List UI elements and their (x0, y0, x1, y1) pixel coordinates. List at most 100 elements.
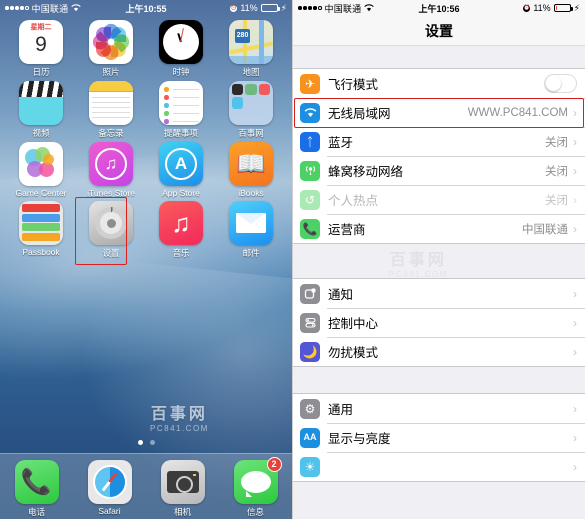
folder-icon (229, 81, 273, 125)
app-maps[interactable]: 280 地图 (219, 20, 283, 78)
app-photos[interactable]: 照片 (79, 20, 143, 78)
page-indicator[interactable] (0, 440, 292, 445)
row-label: 蜂窝移动网络 (328, 165, 404, 179)
app-label: 提醒事项 (163, 128, 198, 138)
dock-app-camera[interactable]: 相机 (151, 460, 215, 518)
row-label: 通知 (328, 288, 354, 302)
app-label: 音乐 (172, 248, 190, 258)
settings-group-connectivity: ✈ 飞行模式 无线局域网 WWW.PC841.COM › ᛏ 蓝牙 关闭 › 蜂… (293, 68, 585, 244)
settings-row-cellular[interactable]: 蜂窝移动网络 关闭 › (293, 156, 585, 185)
app-app-store[interactable]: A App Store (149, 142, 213, 198)
chevron-right-icon: › (573, 105, 577, 120)
settings-row-control-center[interactable]: 控制中心 › (293, 308, 585, 337)
watermark-line2: PC841.COM (389, 270, 448, 279)
row-label: 飞行模式 (328, 78, 379, 92)
battery-percent: 11% (533, 3, 551, 13)
app-label: Safari (98, 506, 121, 516)
dock-app-safari[interactable]: Safari (78, 460, 142, 516)
settings-row-carrier[interactable]: 📞 运营商 中国联通 › (293, 214, 585, 243)
status-right: ⏰ 11% ⚡ (523, 3, 580, 14)
app-label: 电话 (27, 507, 45, 517)
game-center-icon (19, 142, 63, 186)
watermark-home: 百事网 PC841.COM (150, 400, 209, 433)
notes-icon (89, 81, 133, 125)
app-calendar[interactable]: 星期二 9 日历 (9, 20, 73, 78)
settings-row-do-not-disturb[interactable]: 🌙 勿扰模式 › (293, 337, 585, 366)
app-mail[interactable]: 邮件 (219, 201, 283, 259)
app-reminders[interactable]: 提醒事项 (149, 81, 213, 139)
hotspot-icon: ↺ (300, 189, 320, 210)
iphone-home-screen: 中国联通 上午10:55 ⏰ 11% ⚡ 星期二 9 日历 照片 时钟 280 … (0, 0, 292, 519)
app-itunes-store[interactable]: ♫ iTunes Store (79, 142, 143, 198)
page-dot-1[interactable] (137, 440, 143, 445)
settings-row-display-brightness[interactable]: AA 显示与亮度 › (293, 423, 585, 452)
bluetooth-icon: ᛏ (300, 131, 320, 152)
ibooks-icon: 📖 (229, 142, 273, 186)
app-notes[interactable]: 备忘录 (79, 81, 143, 139)
app-store-icon: A (159, 142, 203, 186)
app-ibooks[interactable]: 📖 iBooks (219, 142, 283, 198)
settings-row-bluetooth[interactable]: ᛏ 蓝牙 关闭 › (293, 127, 585, 156)
chevron-right-icon: › (573, 192, 577, 207)
settings-row-wifi[interactable]: 无线局域网 WWW.PC841.COM › (293, 98, 585, 127)
battery-icon (260, 4, 280, 12)
dock-app-phone[interactable]: 📞 电话 (5, 460, 69, 518)
notification-icon (300, 283, 320, 304)
settings-row-airplane-mode[interactable]: ✈ 飞行模式 (293, 69, 585, 98)
clock-icon (159, 20, 203, 64)
app-label: 时钟 (172, 67, 190, 77)
settings-navbar: 设置 (293, 16, 585, 46)
watermark-line1: 百事网 (150, 406, 208, 423)
app-music[interactable]: ♫ 音乐 (149, 201, 213, 259)
app-videos[interactable]: 视频 (9, 81, 73, 139)
app-label: 邮件 (242, 248, 260, 258)
row-label: 通用 (328, 403, 354, 417)
row-label: 蓝牙 (328, 136, 354, 150)
row-value: 关闭 (545, 136, 568, 149)
page-dot-2[interactable] (149, 440, 155, 445)
passbook-icon (19, 201, 63, 245)
row-label: 运营商 (328, 223, 366, 237)
app-label: iTunes Store (87, 188, 135, 198)
moon-icon: 🌙 (300, 341, 320, 362)
row-label: 个人热点 (328, 194, 379, 208)
settings-row-general[interactable]: ⚙ 通用 › (293, 394, 585, 423)
app-clock[interactable]: 时钟 (149, 20, 213, 78)
row-value: WWW.PC841.COM (467, 106, 568, 119)
battery-percent: 11% (240, 3, 258, 13)
row-value: 中国联通 (522, 223, 568, 236)
app-row: 星期二 9 日历 照片 时钟 280 地图 (6, 20, 286, 78)
music-icon: ♫ (159, 201, 203, 245)
chevron-right-icon: › (573, 430, 577, 445)
camera-icon (160, 460, 205, 504)
settings-row-notifications[interactable]: 通知 › (293, 279, 585, 308)
app-label: 百事网 (238, 128, 264, 138)
itunes-store-icon: ♫ (89, 142, 133, 186)
app-game-center[interactable]: Game Center (9, 142, 73, 198)
chevron-right-icon: › (573, 134, 577, 149)
row-label: 控制中心 (328, 317, 379, 331)
app-label: 日历 (32, 67, 50, 77)
settings-row-wallpaper[interactable]: ☀ › (293, 452, 585, 481)
dock: 📞 电话 Safari 相机 2 信息 (0, 453, 292, 519)
app-row: Passbook 设置 ♫ 音乐 邮件 (6, 197, 286, 265)
app-settings[interactable]: 设置 (75, 197, 143, 265)
watermark-settings: 百事网 PC841.COM (389, 246, 448, 279)
app-passbook[interactable]: Passbook (9, 201, 73, 259)
maps-route-shield: 280 (235, 29, 250, 43)
settings-status-bar: 中国联通 上午10:56 ⏰ 11% ⚡ (293, 0, 585, 16)
battery-icon (553, 4, 573, 12)
app-label: Passbook (22, 247, 60, 257)
watermark-line2: PC841.COM (150, 424, 209, 433)
settings-app: 中国联通 上午10:56 ⏰ 11% ⚡ 设置 ✈ 飞行模式 无线局域网 WWW… (292, 0, 585, 519)
app-label: 视频 (32, 128, 50, 138)
row-value: 关闭 (545, 165, 568, 178)
messages-badge: 2 (266, 457, 282, 472)
row-label: 无线局域网 (328, 107, 391, 121)
dock-app-messages[interactable]: 2 信息 (224, 457, 288, 518)
settings-row-personal-hotspot[interactable]: ↺ 个人热点 关闭 › (293, 185, 585, 214)
chevron-right-icon: › (573, 315, 577, 330)
airplane-mode-toggle[interactable] (544, 74, 577, 93)
app-folder-baishiwang[interactable]: 百事网 (219, 81, 283, 139)
